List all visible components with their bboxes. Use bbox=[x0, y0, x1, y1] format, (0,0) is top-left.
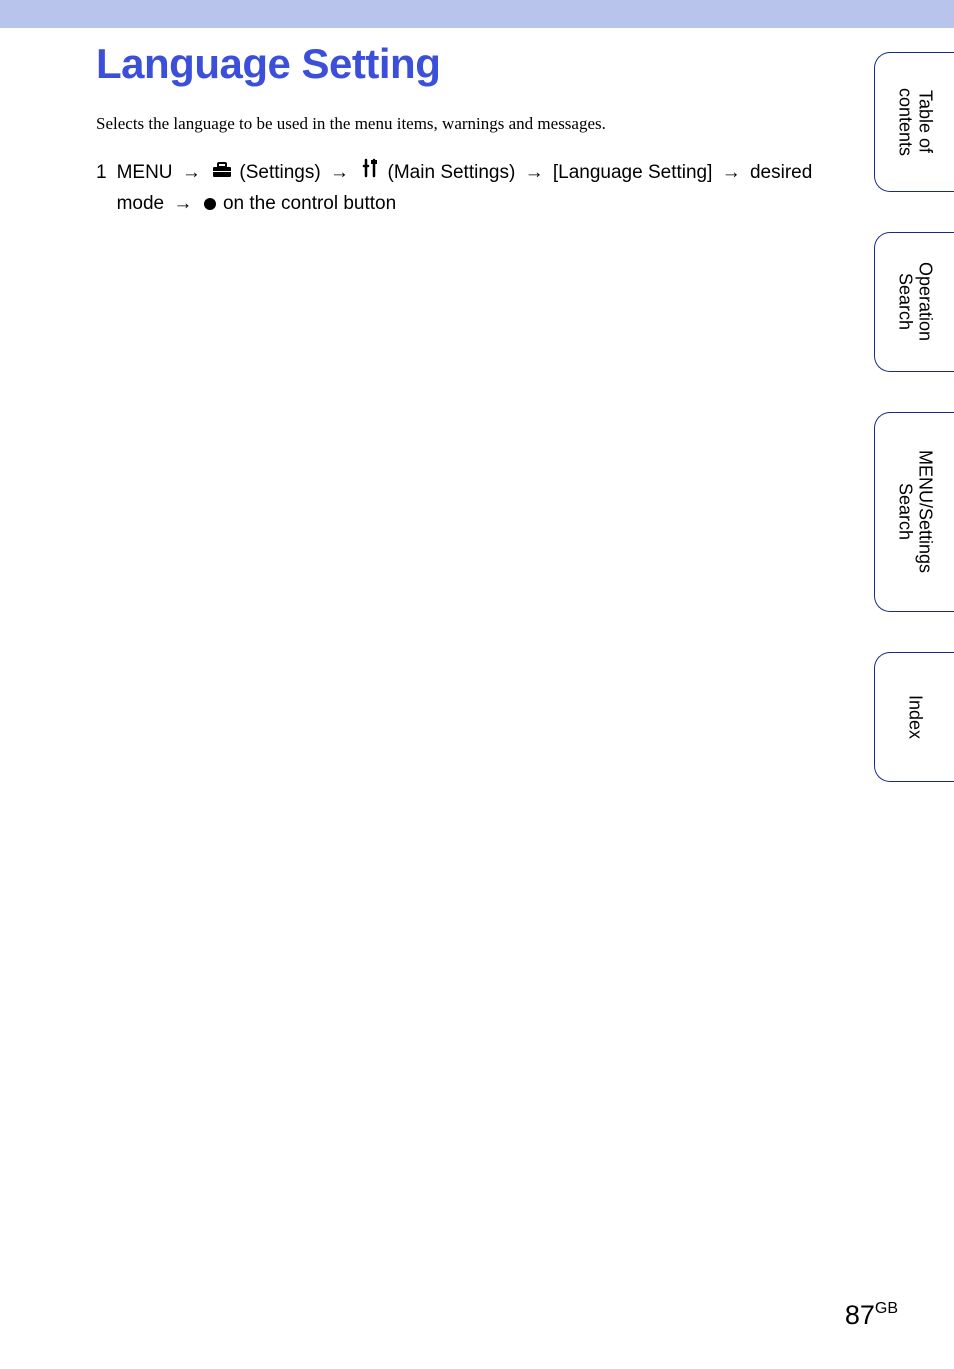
sidebar-tab-index[interactable]: Index bbox=[874, 652, 954, 782]
header-bar bbox=[0, 0, 954, 28]
sidebar-tab-label: Table of contents bbox=[895, 88, 935, 156]
step-number: 1 bbox=[96, 158, 107, 219]
main-content: Language Setting Selects the language to… bbox=[0, 28, 820, 219]
main-settings-icon bbox=[360, 158, 380, 188]
center-button-icon bbox=[204, 198, 216, 210]
page-title: Language Setting bbox=[96, 40, 820, 88]
arrow-icon: → bbox=[182, 158, 201, 188]
sidebar-tab-label: Operation Search bbox=[895, 262, 935, 341]
control-button-label: on the control button bbox=[223, 193, 396, 214]
page-region: GB bbox=[875, 1300, 898, 1317]
step-1: 1 MENU → (Settings) → (Main Setting bbox=[96, 158, 820, 219]
page-number: 87 bbox=[845, 1300, 875, 1330]
arrow-icon: → bbox=[722, 158, 741, 188]
settings-label: (Settings) bbox=[239, 162, 320, 183]
intro-text: Selects the language to be used in the m… bbox=[96, 114, 820, 134]
language-setting-label: [Language Setting] bbox=[553, 162, 713, 183]
sidebar-tab-table-of-contents[interactable]: Table of contents bbox=[874, 52, 954, 192]
arrow-icon: → bbox=[330, 158, 349, 188]
sidebar-tab-label: Index bbox=[905, 695, 925, 739]
arrow-icon: → bbox=[525, 158, 544, 188]
menu-text: MENU bbox=[117, 162, 173, 183]
step-instruction: MENU → (Settings) → (Main Settings) → bbox=[117, 158, 820, 219]
arrow-icon: → bbox=[173, 189, 192, 219]
main-settings-label: (Main Settings) bbox=[388, 162, 516, 183]
toolbox-icon bbox=[212, 158, 232, 188]
sidebar-tab-menu-settings-search[interactable]: MENU/Settings Search bbox=[874, 412, 954, 612]
sidebar-nav: Table of contents Operation Search MENU/… bbox=[874, 52, 954, 822]
sidebar-tab-operation-search[interactable]: Operation Search bbox=[874, 232, 954, 372]
sidebar-tab-label: MENU/Settings Search bbox=[895, 450, 935, 573]
page-footer: 87GB bbox=[845, 1300, 898, 1331]
